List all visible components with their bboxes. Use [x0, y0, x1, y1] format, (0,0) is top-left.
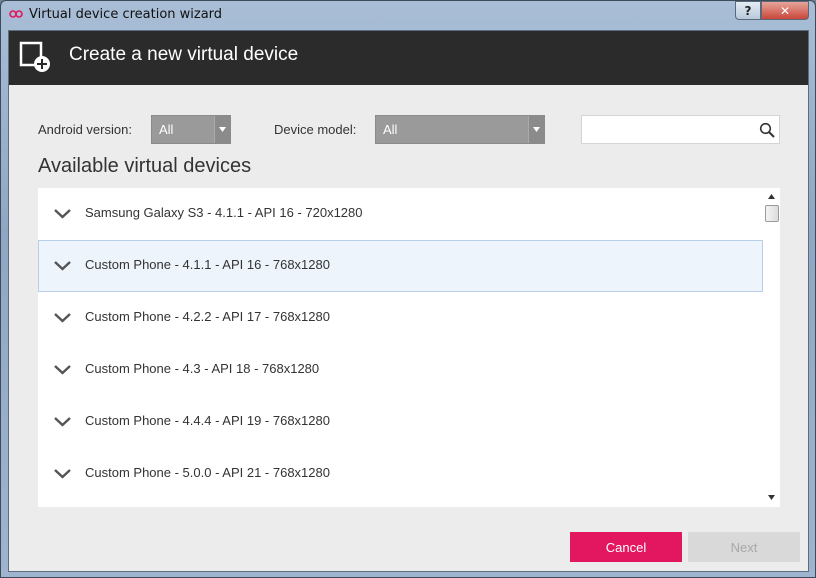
- new-device-icon: [19, 41, 50, 72]
- device-label: Samsung Galaxy S3 - 4.1.1 - API 16 - 720…: [85, 205, 363, 220]
- wizard-header: Create a new virtual device: [9, 31, 808, 85]
- device-row[interactable]: Custom Phone - 4.1.1 - API 16 - 768x1280: [38, 240, 763, 292]
- device-model-value: All: [383, 122, 398, 137]
- dropdown-arrow-icon: [214, 116, 230, 143]
- android-version-label: Android version:: [38, 122, 132, 137]
- device-label: Custom Phone - 4.2.2 - API 17 - 768x1280: [85, 309, 330, 324]
- cancel-button[interactable]: Cancel: [570, 532, 682, 562]
- help-button[interactable]: ?: [735, 1, 761, 20]
- page-title: Create a new virtual device: [69, 44, 299, 65]
- device-row[interactable]: Custom Phone - 5.0.0 - API 21 - 768x1280: [38, 448, 763, 500]
- wizard-window: Virtual device creation wizard ? ✕ Creat…: [0, 0, 816, 578]
- chevron-down-icon[interactable]: [54, 469, 71, 479]
- device-label: Custom Phone - 4.3 - API 18 - 768x1280: [85, 361, 320, 376]
- device-row[interactable]: Custom Phone - 4.3 - API 18 - 768x1280: [38, 344, 763, 396]
- device-row[interactable]: Samsung Galaxy S3 - 4.1.1 - API 16 - 720…: [38, 188, 763, 240]
- search-input[interactable]: [581, 115, 780, 144]
- scroll-down-arrow-icon[interactable]: [768, 495, 775, 500]
- device-model-select[interactable]: All: [375, 115, 545, 144]
- chevron-down-icon[interactable]: [54, 365, 71, 375]
- scroll-up-arrow-icon[interactable]: [768, 194, 775, 199]
- title-bar[interactable]: Virtual device creation wizard ? ✕: [1, 1, 815, 29]
- device-row[interactable]: Custom Phone - 4.4.4 - API 19 - 768x1280: [38, 396, 763, 448]
- window-title: Virtual device creation wizard: [29, 7, 223, 22]
- next-button[interactable]: Next: [688, 532, 800, 562]
- device-label: Custom Phone - 5.0.0 - API 21 - 768x1280: [85, 465, 330, 480]
- close-button[interactable]: ✕: [761, 1, 809, 20]
- android-version-value: All: [159, 122, 174, 137]
- device-model-label: Device model:: [274, 122, 357, 137]
- chevron-down-icon[interactable]: [54, 261, 71, 271]
- scrollbar-thumb[interactable]: [765, 205, 779, 222]
- list-scrollbar[interactable]: [763, 188, 780, 507]
- search-icon[interactable]: [759, 122, 775, 138]
- chevron-down-icon[interactable]: [54, 209, 71, 219]
- chevron-down-icon[interactable]: [54, 417, 71, 427]
- wizard-content: Create a new virtual device Android vers…: [8, 30, 809, 572]
- android-version-select[interactable]: All: [151, 115, 231, 144]
- device-label: Custom Phone - 4.1.1 - API 16 - 768x1280: [85, 257, 330, 272]
- dropdown-arrow-icon: [528, 116, 544, 143]
- app-logo-icon: [9, 10, 23, 18]
- section-title: Available virtual devices: [38, 155, 252, 177]
- device-list: Samsung Galaxy S3 - 4.1.1 - API 16 - 720…: [38, 188, 780, 507]
- chevron-down-icon[interactable]: [54, 313, 71, 323]
- device-label: Custom Phone - 4.4.4 - API 19 - 768x1280: [85, 413, 330, 428]
- device-row[interactable]: Custom Phone - 4.2.2 - API 17 - 768x1280: [38, 292, 763, 344]
